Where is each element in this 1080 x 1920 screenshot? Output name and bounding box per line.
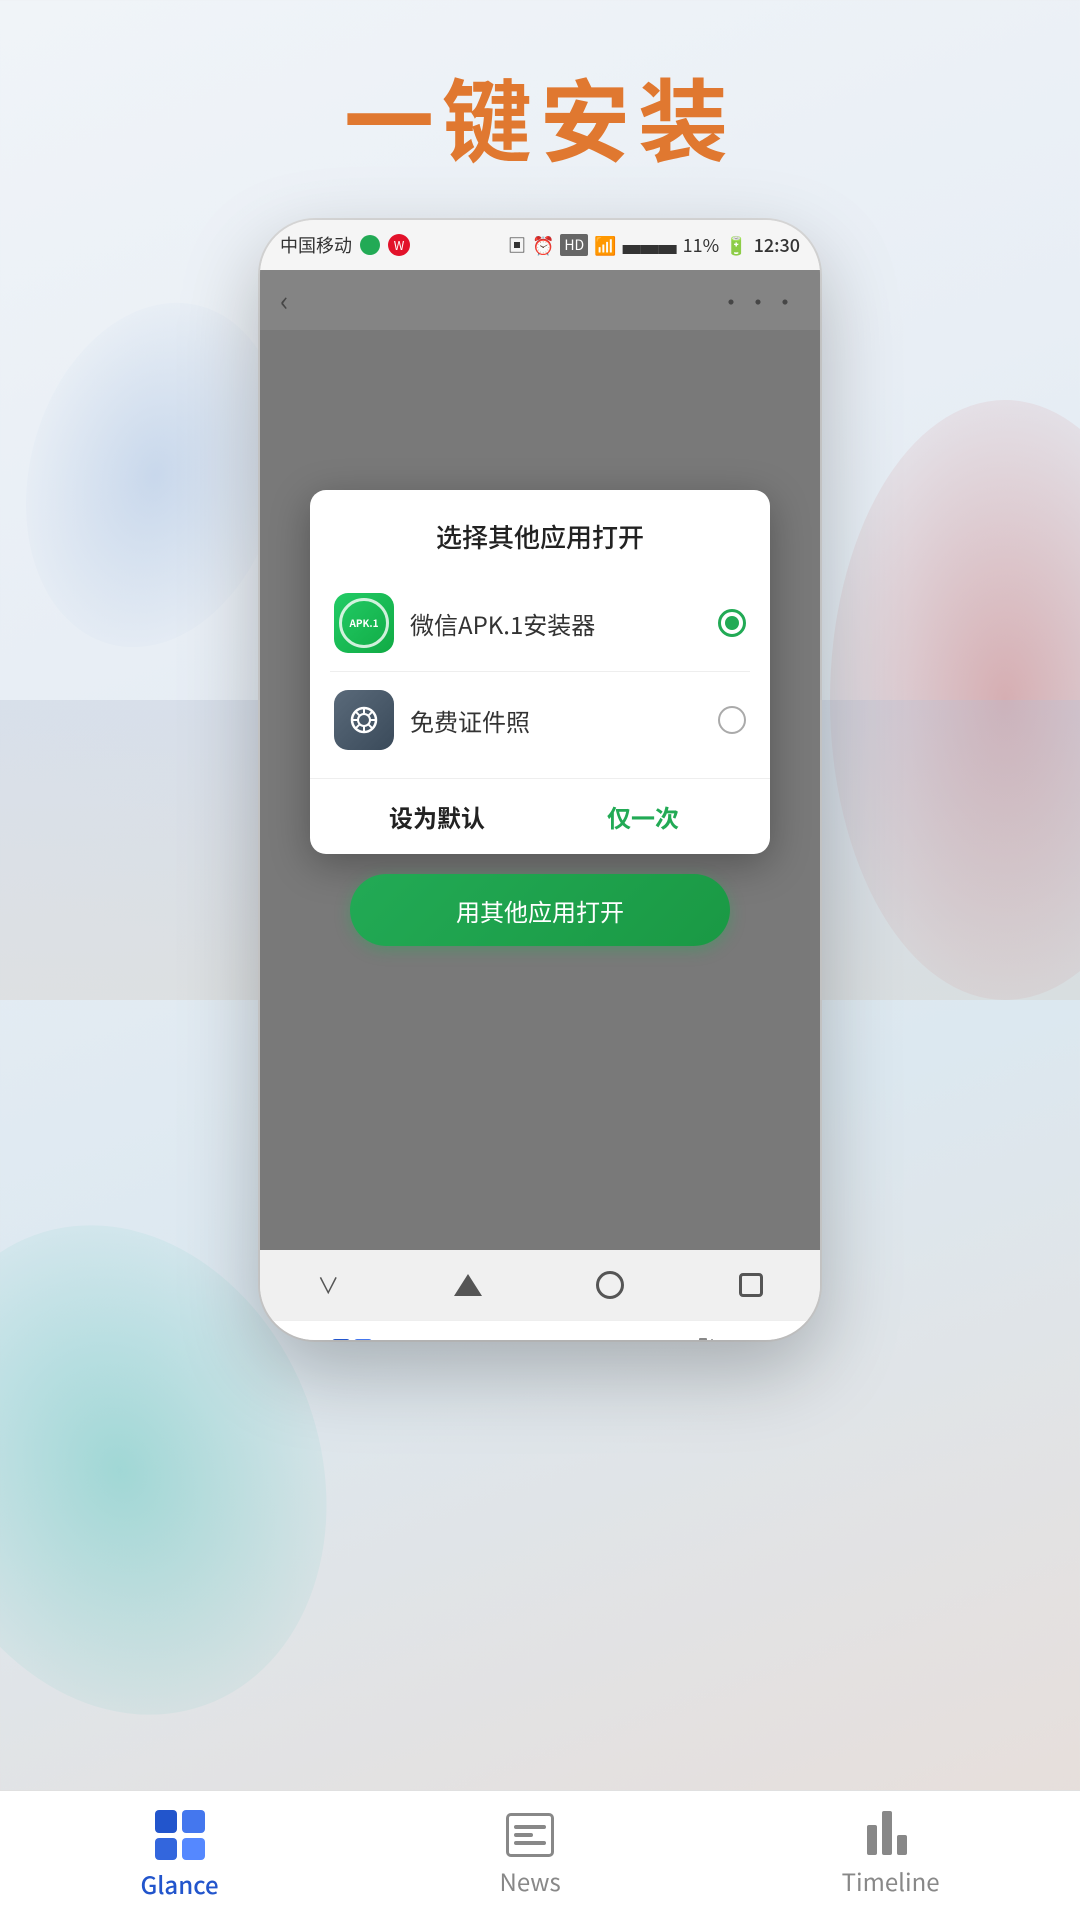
- status-right: ▣ ⏰ HD 📶 ▄▄▄ 11% 🔋 12:30: [508, 232, 800, 258]
- status-bar: 中国移动 W ▣ ⏰ HD 📶 ▄▄▄ 11% 🔋 12:30: [260, 220, 820, 270]
- hd-icon: HD: [560, 234, 588, 256]
- apk-app-icon: APK.1: [334, 593, 394, 653]
- tl-bar-1a: [699, 1338, 707, 1340]
- set-default-button[interactable]: 设为默认: [334, 799, 540, 834]
- tab-glance-label: Glance: [140, 1866, 218, 1901]
- gc-4: [182, 1838, 205, 1861]
- glance-grid-icon: [332, 1339, 372, 1340]
- tab-glance[interactable]: Glance: [100, 1800, 258, 1911]
- battery-text: 11%: [683, 232, 720, 258]
- dialog-actions: 设为默认 仅一次: [310, 778, 770, 854]
- once-button[interactable]: 仅一次: [540, 799, 746, 834]
- tab-news-line-2: [514, 1833, 533, 1837]
- option-free-photo[interactable]: 免费证件照: [310, 672, 770, 768]
- carrier-text: 中国移动: [280, 232, 352, 258]
- tab-news-line-3: [514, 1841, 546, 1845]
- time-display: 12:30: [754, 232, 800, 258]
- alarm-icon: ⏰: [532, 232, 554, 258]
- sim-icon: ▣: [508, 232, 526, 258]
- nav-recent-rect[interactable]: [739, 1273, 763, 1297]
- camera-svg-icon: [346, 702, 382, 738]
- option2-label: 免费证件照: [410, 703, 718, 738]
- signal-bars: ▄▄▄: [623, 232, 677, 258]
- page-title: 一键安装: [0, 50, 1080, 180]
- radio-unselected-2[interactable]: [718, 706, 746, 734]
- apk-bubble: APK.1: [339, 598, 389, 648]
- battery-icon: 🔋: [725, 232, 747, 258]
- nav-tab-glance[interactable]: Glance: [321, 1339, 385, 1340]
- tab-glance-icon: [155, 1810, 205, 1860]
- grid-cell-1: [332, 1339, 350, 1340]
- gc-3: [155, 1838, 178, 1861]
- nav-back-triangle[interactable]: [454, 1274, 482, 1296]
- camera-app-icon: [334, 690, 394, 750]
- tab-timeline-icon: [867, 1813, 915, 1857]
- app-chooser-dialog: 选择其他应用打开 APK.1 微信APK.1安装器: [310, 490, 770, 854]
- wifi-icon: 📶: [594, 232, 616, 258]
- android-nav-bar: ∨: [260, 1250, 820, 1320]
- tab-news-line-1: [514, 1825, 546, 1829]
- apk-label: APK.1: [349, 618, 378, 628]
- tl-divider: [711, 1339, 713, 1340]
- tab-news-label: News: [500, 1863, 561, 1898]
- carrier-icon: [360, 235, 380, 255]
- phone-frame: 中国移动 W ▣ ⏰ HD 📶 ▄▄▄ 11% 🔋 12:30 ‹ ··· 选择…: [260, 220, 820, 1340]
- dialog-overlay: 选择其他应用打开 APK.1 微信APK.1安装器: [260, 270, 820, 1250]
- open-other-button[interactable]: 用其他应用打开: [350, 874, 730, 946]
- tl-bar-c: [897, 1835, 907, 1855]
- radio-selected-1[interactable]: [718, 609, 746, 637]
- app-content: ‹ ··· 选择其他应用打开 APK.1 微信APK.1安装器: [260, 270, 820, 1250]
- gc-2: [182, 1810, 205, 1833]
- radio-dot-1: [725, 616, 739, 630]
- bottom-tabs-outer: Glance News Timeline: [0, 1790, 1080, 1920]
- nav-chevron[interactable]: ∨: [317, 1269, 339, 1301]
- option1-label: 微信APK.1安装器: [410, 606, 718, 641]
- app-bottom-nav: Glance News: [260, 1320, 820, 1340]
- tab-news[interactable]: News: [460, 1803, 601, 1908]
- gc-1: [155, 1810, 178, 1833]
- option-apk-installer[interactable]: APK.1 微信APK.1安装器: [310, 575, 770, 671]
- dialog-title: 选择其他应用打开: [310, 490, 770, 575]
- grid-cell-2: [354, 1339, 372, 1340]
- tl-col-1: [699, 1338, 707, 1340]
- tab-timeline-label: Timeline: [842, 1863, 940, 1898]
- tab-timeline[interactable]: Timeline: [802, 1803, 980, 1908]
- weibo-icon: W: [388, 234, 410, 256]
- nav-home-circle[interactable]: [596, 1271, 624, 1299]
- tab-news-icon: [506, 1813, 554, 1857]
- tl-bar-a: [867, 1825, 877, 1855]
- status-left: 中国移动 W: [280, 232, 410, 258]
- tl-bar-b: [882, 1811, 892, 1855]
